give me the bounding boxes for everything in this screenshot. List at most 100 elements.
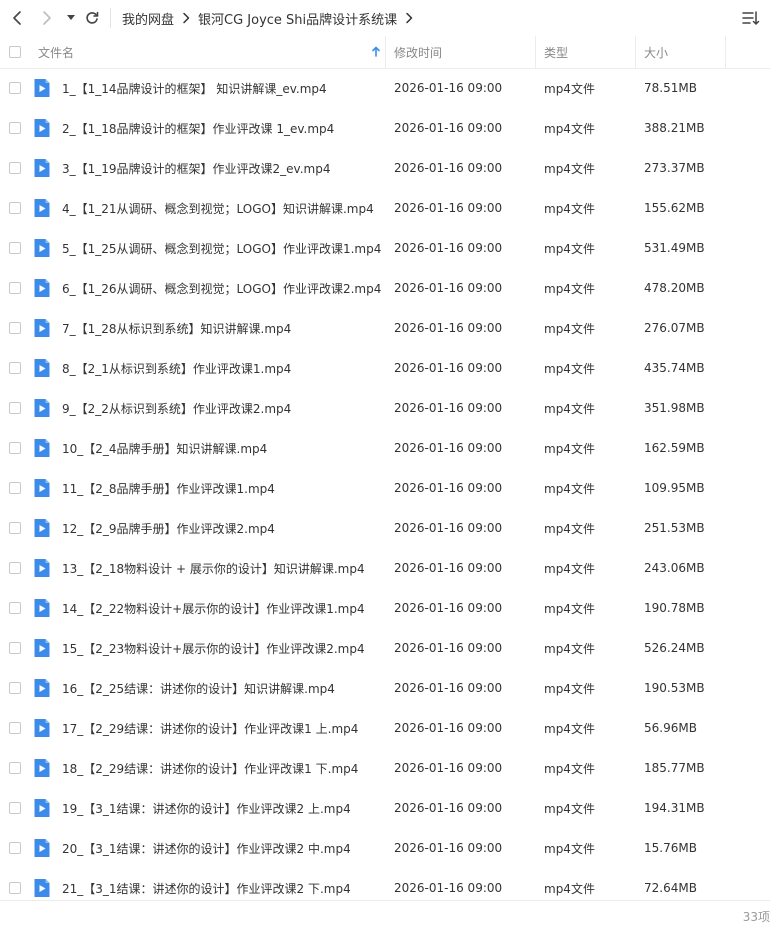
- table-row[interactable]: 17_【2_29结课：讲述你的设计】作业评改课1 上.mp4 2026-01-16…: [0, 708, 770, 748]
- table-row[interactable]: 6_【1_26从调研、概念到视觉；LOGO】作业评改课2.mp4 2026-01-…: [0, 268, 770, 308]
- video-file-icon: [34, 639, 50, 657]
- back-button[interactable]: [6, 6, 28, 30]
- file-size: 185.77MB: [644, 761, 705, 775]
- column-header-size[interactable]: 大小: [644, 36, 724, 68]
- forward-button[interactable]: [36, 6, 58, 30]
- breadcrumb-item-root[interactable]: 我的网盘: [122, 9, 174, 28]
- file-modified: 2026-01-16 09:00: [394, 161, 503, 175]
- video-file-icon: [34, 839, 50, 857]
- column-header-type[interactable]: 类型: [544, 36, 634, 68]
- history-dropdown-button[interactable]: [64, 6, 78, 30]
- row-checkbox[interactable]: [9, 442, 21, 454]
- row-checkbox[interactable]: [9, 562, 21, 574]
- column-divider[interactable]: [535, 36, 536, 68]
- file-type: mp4文件: [544, 441, 595, 456]
- file-size: 194.31MB: [644, 801, 705, 815]
- video-file-icon: [34, 679, 50, 697]
- table-row[interactable]: 7_【1_28从标识到系统】知识讲解课.mp4 2026-01-16 09:00 m…: [0, 308, 770, 348]
- row-checkbox[interactable]: [9, 842, 21, 854]
- table-row[interactable]: 14_【2_22物料设计+展示你的设计】作业评改课1.mp4 2026-01-16…: [0, 588, 770, 628]
- breadcrumb-item-current[interactable]: 银河CG Joyce Shi品牌设计系统课: [198, 9, 397, 28]
- row-checkbox[interactable]: [9, 522, 21, 534]
- file-modified: 2026-01-16 09:00: [394, 841, 503, 855]
- row-checkbox[interactable]: [9, 82, 21, 94]
- file-size: 435.74MB: [644, 361, 705, 375]
- table-row[interactable]: 19_【3_1结课：讲述你的设计】作业评改课2 上.mp4 2026-01-16 …: [0, 788, 770, 828]
- table-row[interactable]: 10_【2_4品牌手册】知识讲解课.mp4 2026-01-16 09:00 mp4…: [0, 428, 770, 468]
- file-size: 15.76MB: [644, 841, 697, 855]
- column-header-name-label: 文件名: [38, 45, 75, 60]
- row-checkbox[interactable]: [9, 882, 21, 894]
- column-header-name[interactable]: 文件名: [38, 36, 384, 68]
- file-size: 526.24MB: [644, 641, 705, 655]
- column-divider[interactable]: [725, 36, 726, 68]
- file-name: 8_【2_1从标识到系统】作业评改课1.mp4: [62, 361, 292, 376]
- row-checkbox[interactable]: [9, 722, 21, 734]
- row-checkbox[interactable]: [9, 202, 21, 214]
- table-row[interactable]: 13_【2_18物料设计 + 展示你的设计】知识讲解课.mp4 2026-01-1…: [0, 548, 770, 588]
- table-row[interactable]: 20_【3_1结课：讲述你的设计】作业评改课2 中.mp4 2026-01-16 …: [0, 828, 770, 868]
- chevron-right-icon: [182, 12, 190, 24]
- file-name: 19_【3_1结课：讲述你的设计】作业评改课2 上.mp4: [62, 801, 351, 816]
- file-modified: 2026-01-16 09:00: [394, 321, 503, 335]
- column-header-modified[interactable]: 修改时间: [394, 36, 534, 68]
- table-row[interactable]: 9_【2_2从标识到系统】作业评改课2.mp4 2026-01-16 09:00 m…: [0, 388, 770, 428]
- video-file-icon: [34, 359, 50, 377]
- row-checkbox[interactable]: [9, 802, 21, 814]
- video-file-icon: [34, 799, 50, 817]
- table-row[interactable]: 8_【2_1从标识到系统】作业评改课1.mp4 2026-01-16 09:00 m…: [0, 348, 770, 388]
- row-checkbox[interactable]: [9, 122, 21, 134]
- file-size: 276.07MB: [644, 321, 705, 335]
- table-row[interactable]: 11_【2_8品牌手册】作业评改课1.mp4 2026-01-16 09:00 mp…: [0, 468, 770, 508]
- table-row[interactable]: 15_【2_23物料设计+展示你的设计】作业评改课2.mp4 2026-01-16…: [0, 628, 770, 668]
- table-row[interactable]: 18_【2_29结课：讲述你的设计】作业评改课1 下.mp4 2026-01-16…: [0, 748, 770, 788]
- file-name: 17_【2_29结课：讲述你的设计】作业评改课1 上.mp4: [62, 721, 359, 736]
- file-name: 21_【3_1结课：讲述你的设计】作业评改课2 下.mp4: [62, 881, 351, 896]
- row-checkbox[interactable]: [9, 362, 21, 374]
- table-row[interactable]: 5_【1_25从调研、概念到视觉；LOGO】作业评改课1.mp4 2026-01-…: [0, 228, 770, 268]
- row-checkbox[interactable]: [9, 682, 21, 694]
- row-checkbox[interactable]: [9, 242, 21, 254]
- row-checkbox[interactable]: [9, 322, 21, 334]
- file-type: mp4文件: [544, 321, 595, 336]
- file-modified: 2026-01-16 09:00: [394, 601, 503, 615]
- refresh-button[interactable]: [82, 6, 102, 30]
- table-row[interactable]: 2_【1_18品牌设计的框架】作业评改课 1_ev.mp4 2026-01-16 …: [0, 108, 770, 148]
- file-type: mp4文件: [544, 281, 595, 296]
- row-checkbox[interactable]: [9, 282, 21, 294]
- video-file-icon: [34, 599, 50, 617]
- file-name: 9_【2_2从标识到系统】作业评改课2.mp4: [62, 401, 292, 416]
- column-header-modified-label: 修改时间: [394, 45, 443, 60]
- row-checkbox[interactable]: [9, 402, 21, 414]
- video-file-icon: [34, 319, 50, 337]
- table-row[interactable]: 12_【2_9品牌手册】作业评改课2.mp4 2026-01-16 09:00 mp…: [0, 508, 770, 548]
- file-browser: 我的网盘 银河CG Joyce Shi品牌设计系统课 文件名 修改时间 类型 大…: [0, 0, 770, 934]
- file-type: mp4文件: [544, 561, 595, 576]
- row-checkbox[interactable]: [9, 602, 21, 614]
- file-type: mp4文件: [544, 641, 595, 656]
- row-checkbox[interactable]: [9, 162, 21, 174]
- row-checkbox[interactable]: [9, 482, 21, 494]
- file-modified: 2026-01-16 09:00: [394, 281, 503, 295]
- table-row[interactable]: 4_【1_21从调研、概念到视觉；LOGO】知识讲解课.mp4 2026-01-1…: [0, 188, 770, 228]
- table-row[interactable]: 1_【1_14品牌设计的框架】 知识讲解课_ev.mp4 2026-01-16 0…: [0, 68, 770, 108]
- file-modified: 2026-01-16 09:00: [394, 201, 503, 215]
- file-size: 273.37MB: [644, 161, 705, 175]
- row-checkbox[interactable]: [9, 762, 21, 774]
- table-row[interactable]: 16_【2_25结课：讲述你的设计】知识讲解课.mp4 2026-01-16 09…: [0, 668, 770, 708]
- table-row[interactable]: 3_【1_19品牌设计的框架】作业评改课2_ev.mp4 2026-01-16 0…: [0, 148, 770, 188]
- sort-list-icon: [742, 11, 760, 25]
- row-checkbox[interactable]: [9, 642, 21, 654]
- file-name: 14_【2_22物料设计+展示你的设计】作业评改课1.mp4: [62, 601, 365, 616]
- breadcrumb: 我的网盘 银河CG Joyce Shi品牌设计系统课: [122, 0, 421, 36]
- chevron-right-icon: [405, 12, 413, 24]
- column-divider[interactable]: [385, 36, 386, 68]
- column-divider[interactable]: [635, 36, 636, 68]
- sort-options-button[interactable]: [742, 9, 760, 27]
- select-all-checkbox[interactable]: [9, 46, 21, 58]
- file-name: 18_【2_29结课：讲述你的设计】作业评改课1 下.mp4: [62, 761, 359, 776]
- file-type: mp4文件: [544, 241, 595, 256]
- file-name: 13_【2_18物料设计 + 展示你的设计】知识讲解课.mp4: [62, 561, 365, 576]
- table-row[interactable]: 21_【3_1结课：讲述你的设计】作业评改课2 下.mp4 2026-01-16 …: [0, 868, 770, 900]
- video-file-icon: [34, 119, 50, 137]
